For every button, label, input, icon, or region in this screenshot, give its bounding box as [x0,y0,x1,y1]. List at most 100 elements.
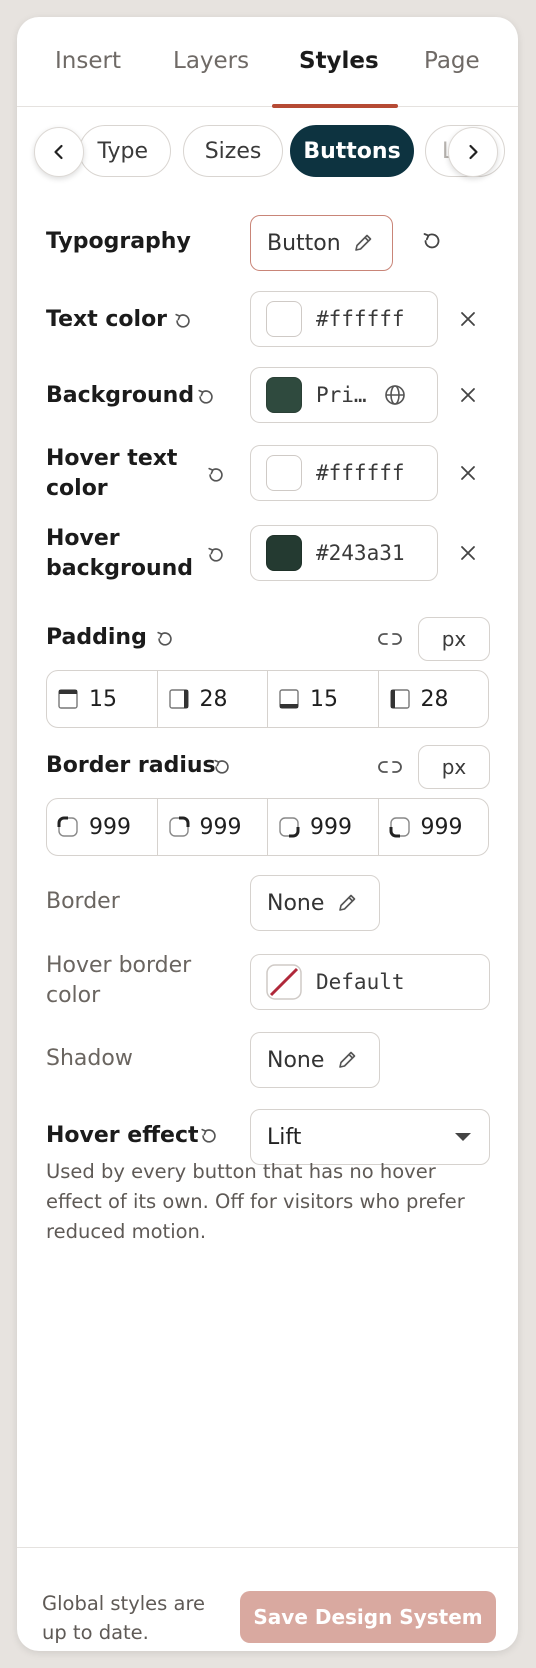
clear-hover-background-button[interactable] [454,539,482,567]
reset-icon [175,313,190,328]
shadow-value: None [267,1047,325,1073]
border-radius-inputs: 999 999 999 999 [46,798,489,856]
border-selector[interactable]: None [250,875,380,931]
reset-typography-button[interactable] [419,228,445,254]
reset-icon [157,631,172,646]
tab-page[interactable]: Page [424,48,480,74]
save-design-system-button[interactable]: Save Design System [240,1591,496,1643]
radius-top-left-input[interactable]: 999 [47,799,158,855]
typography-value: Button [267,230,341,256]
unlink-icon [378,633,402,645]
radius-unit-value: px [441,755,467,779]
padding-right-value: 28 [199,686,228,712]
hover-background-field[interactable]: #243a31 [250,525,438,581]
save-design-system-label: Save Design System [253,1605,483,1629]
styles-panel: Insert Layers Styles Page Type Sizes But… [17,17,518,1651]
scroll-left-button[interactable] [34,127,84,177]
padding-unit-value: px [441,627,467,651]
pill-type-label: Type [97,138,148,164]
clear-hover-text-color-button[interactable] [454,459,482,487]
link-radius-toggle[interactable] [377,754,403,780]
close-icon [461,466,475,480]
radius-unit-select[interactable]: px [418,745,490,789]
unlink-icon [378,761,402,773]
tab-bar: Insert Layers Styles Page [17,17,518,108]
padding-top-value: 15 [89,686,117,712]
hover-background-value: #243a31 [316,541,405,565]
reset-background-button[interactable] [193,384,219,410]
hover-text-color-swatch [266,455,302,491]
padding-right-input[interactable]: 28 [158,671,268,727]
corner-bottom-right-icon [279,817,300,838]
tab-layers[interactable]: Layers [173,48,249,74]
padding-unit-select[interactable]: px [418,617,490,661]
padding-top-icon [58,689,78,709]
hover-background-swatch [266,535,302,571]
padding-bottom-input[interactable]: 15 [268,671,379,727]
background-value: Pri… [316,383,367,407]
active-tab-indicator [272,104,398,108]
padding-bottom-value: 15 [310,686,338,712]
hover-border-color-value: Default [316,970,405,994]
shadow-selector[interactable]: None [250,1032,380,1088]
reset-icon [208,467,223,482]
reset-text-color-button[interactable] [170,308,196,334]
background-swatch [266,377,302,413]
reset-padding-button[interactable] [152,626,178,652]
hover-border-color-label-line1: Hover border [46,953,192,978]
hover-text-color-label-line1: Hover text [46,446,178,471]
hover-background-label-line1: Hover [46,526,120,551]
border-radius-label: Border radius [46,753,216,778]
radius-bottom-right-value: 999 [310,814,352,840]
hover-text-color-label-line2: color [46,476,108,501]
padding-left-input[interactable]: 28 [379,671,489,727]
chevron-right-icon [469,144,478,160]
no-color-swatch-icon [266,964,302,1000]
pill-sizes[interactable]: Sizes [183,125,283,177]
close-icon [461,546,475,560]
tab-styles[interactable]: Styles [299,48,379,74]
corner-top-right-icon [168,816,189,837]
reset-hover-text-color-button[interactable] [203,462,229,488]
reset-hover-effect-button[interactable] [196,1123,222,1149]
hover-text-color-field[interactable]: #ffffff [250,445,438,501]
padding-top-input[interactable]: 15 [47,671,158,727]
text-color-field[interactable]: #ffffff [250,291,438,347]
border-label: Border [46,889,120,914]
scroll-right-button[interactable] [448,127,498,177]
background-field[interactable]: Pri… [250,367,438,423]
chevron-left-icon [54,144,63,160]
pill-buttons[interactable]: Buttons [290,125,414,177]
caret-down-icon [455,1133,471,1141]
typography-label: Typography [46,229,191,254]
hover-text-color-value: #ffffff [316,461,405,485]
radius-bottom-right-input[interactable]: 999 [268,799,379,855]
typography-selector[interactable]: Button [250,215,393,271]
reset-border-radius-button[interactable] [209,754,235,780]
close-icon [461,388,475,402]
reset-icon [198,389,213,404]
radius-bottom-left-input[interactable]: 999 [379,799,489,855]
pill-type[interactable]: Type [79,125,171,177]
reset-icon [208,547,223,562]
radius-top-right-value: 999 [199,814,242,840]
text-color-label: Text color [46,307,168,332]
hover-effect-label: Hover effect [46,1123,199,1148]
text-color-value: #ffffff [316,307,405,331]
hover-effect-description: Used by every button that has no hover e… [46,1160,465,1243]
reset-icon [214,759,229,774]
hover-effect-value: Lift [267,1124,302,1150]
radius-top-right-input[interactable]: 999 [158,799,268,855]
hover-border-color-field[interactable]: Default [250,954,490,1010]
pencil-icon [339,894,356,911]
clear-text-color-button[interactable] [454,305,482,333]
hover-border-color-label-line2: color [46,983,101,1008]
tab-insert[interactable]: Insert [55,48,121,74]
clear-background-button[interactable] [454,381,482,409]
padding-left-icon [389,689,410,709]
link-padding-toggle[interactable] [377,626,403,652]
hover-background-label-line2: background [46,556,194,581]
reset-hover-background-button[interactable] [203,542,229,568]
padding-label: Padding [46,625,147,650]
close-icon [461,312,475,326]
